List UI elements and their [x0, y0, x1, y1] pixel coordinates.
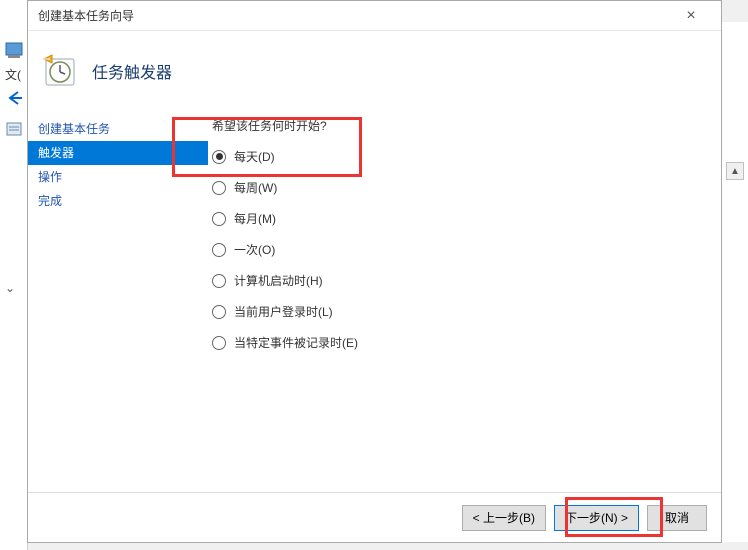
trigger-radio-list: 每天(D) 每周(W) 每月(M) 一次(O) 计算机启动时(H) 当前用户登录时(L) 当…	[208, 148, 721, 351]
scroll-up-icon[interactable]: ▲	[726, 162, 744, 180]
wizard-header: 任务触发器	[28, 31, 721, 111]
wizard-dialog: 创建基本任务向导 × 任务触发器 创建基本任务触发器操作完成 希望该任务何时开始…	[27, 0, 722, 543]
wizard-body: 创建基本任务触发器操作完成 希望该任务何时开始? 每天(D) 每周(W) 每月(M)…	[28, 111, 721, 492]
clock-icon	[42, 53, 78, 89]
radio-icon[interactable]	[212, 274, 226, 288]
close-button[interactable]: ×	[671, 2, 711, 30]
trigger-option-5[interactable]: 当前用户登录时(L)	[212, 303, 721, 320]
trigger-question: 希望该任务何时开始?	[208, 117, 721, 134]
chevron-down-icon[interactable]: ⌄	[5, 281, 15, 295]
radio-icon[interactable]	[212, 212, 226, 226]
radio-label: 计算机启动时(H)	[234, 272, 323, 289]
nav-item-0[interactable]: 创建基本任务	[28, 117, 208, 141]
trigger-option-4[interactable]: 计算机启动时(H)	[212, 272, 721, 289]
radio-icon[interactable]	[212, 150, 226, 164]
radio-label: 当前用户登录时(L)	[234, 303, 333, 320]
nav-item-2[interactable]: 操作	[28, 165, 208, 189]
back-button[interactable]: < 上一步(B)	[462, 505, 546, 531]
wizard-content: 希望该任务何时开始? 每天(D) 每周(W) 每月(M) 一次(O) 计算机启动时(H)…	[208, 111, 721, 492]
bg-file-label: 文(	[5, 66, 21, 83]
nav-item-1[interactable]: 触发器	[28, 141, 208, 165]
radio-label: 每月(M)	[234, 210, 276, 227]
radio-icon[interactable]	[212, 243, 226, 257]
back-arrow-icon[interactable]	[4, 88, 24, 108]
background-left-strip: 文( ⌄	[0, 0, 28, 550]
trigger-option-1[interactable]: 每周(W)	[212, 179, 721, 196]
app-icon	[5, 42, 23, 60]
radio-label: 每周(W)	[234, 179, 277, 196]
tree-icon	[5, 120, 23, 138]
background-right-strip: ▲	[720, 22, 748, 542]
radio-icon[interactable]	[212, 305, 226, 319]
radio-label: 当特定事件被记录时(E)	[234, 334, 358, 351]
wizard-nav: 创建基本任务触发器操作完成	[28, 111, 208, 492]
trigger-option-2[interactable]: 每月(M)	[212, 210, 721, 227]
wizard-header-title: 任务触发器	[92, 59, 172, 83]
dialog-title: 创建基本任务向导	[38, 7, 671, 24]
radio-label: 一次(O)	[234, 241, 275, 258]
trigger-option-3[interactable]: 一次(O)	[212, 241, 721, 258]
cancel-button[interactable]: 取消	[647, 505, 707, 531]
wizard-footer: < 上一步(B) 下一步(N) > 取消	[28, 492, 721, 542]
radio-label: 每天(D)	[234, 148, 275, 165]
trigger-option-0[interactable]: 每天(D)	[212, 148, 721, 165]
radio-icon[interactable]	[212, 336, 226, 350]
nav-item-3[interactable]: 完成	[28, 189, 208, 213]
titlebar: 创建基本任务向导 ×	[28, 1, 721, 31]
radio-icon[interactable]	[212, 181, 226, 195]
next-button[interactable]: 下一步(N) >	[554, 505, 639, 531]
trigger-option-6[interactable]: 当特定事件被记录时(E)	[212, 334, 721, 351]
